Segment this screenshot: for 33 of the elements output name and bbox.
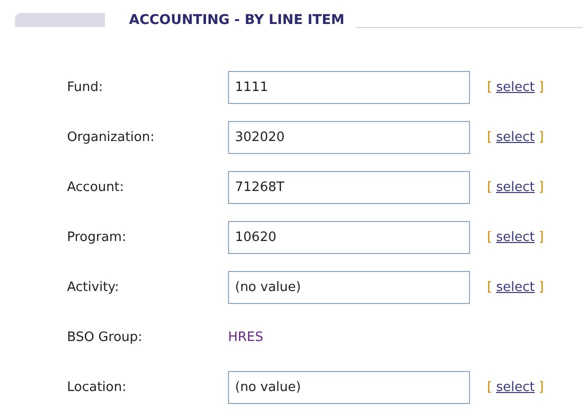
input-field[interactable]: 71268T bbox=[228, 171, 470, 204]
bracket: [ bbox=[487, 80, 492, 95]
field-label: Organization: bbox=[67, 130, 156, 145]
field-value: HRES bbox=[228, 330, 264, 345]
bracket: ] bbox=[538, 130, 544, 145]
input-field[interactable]: 302020 bbox=[228, 121, 470, 154]
bracket: ] bbox=[538, 380, 544, 395]
bracket: ] bbox=[538, 280, 544, 295]
field-label: Activity: bbox=[67, 280, 120, 295]
input-field[interactable]: 1111 bbox=[228, 71, 470, 104]
input-field[interactable]: (no value) bbox=[228, 271, 470, 304]
bracket: [ bbox=[487, 130, 492, 145]
bracket: [ bbox=[487, 280, 492, 295]
bracket: [ bbox=[487, 180, 492, 195]
input-field[interactable]: (no value) bbox=[228, 371, 470, 404]
section-title: ACCOUNTING - BY LINE ITEM bbox=[129, 12, 344, 28]
select-link[interactable]: select bbox=[496, 280, 535, 295]
bracket: [ bbox=[487, 230, 492, 245]
field-label: Fund: bbox=[67, 80, 104, 95]
select-link[interactable]: select bbox=[496, 180, 535, 195]
select-link[interactable]: select bbox=[496, 80, 535, 95]
select-link[interactable]: select bbox=[496, 130, 535, 145]
select-link[interactable]: select bbox=[496, 380, 535, 395]
bracket: ] bbox=[538, 80, 544, 95]
input-field[interactable]: 10620 bbox=[228, 221, 470, 254]
bracket: ] bbox=[538, 180, 544, 195]
field-label: Location: bbox=[67, 380, 128, 395]
field-label: Program: bbox=[67, 230, 128, 245]
bracket: [ bbox=[487, 380, 492, 395]
field-label: Account: bbox=[67, 180, 125, 195]
field-label: BSO Group: bbox=[67, 330, 144, 345]
select-link[interactable]: select bbox=[496, 230, 535, 245]
bracket: ] bbox=[538, 230, 544, 245]
